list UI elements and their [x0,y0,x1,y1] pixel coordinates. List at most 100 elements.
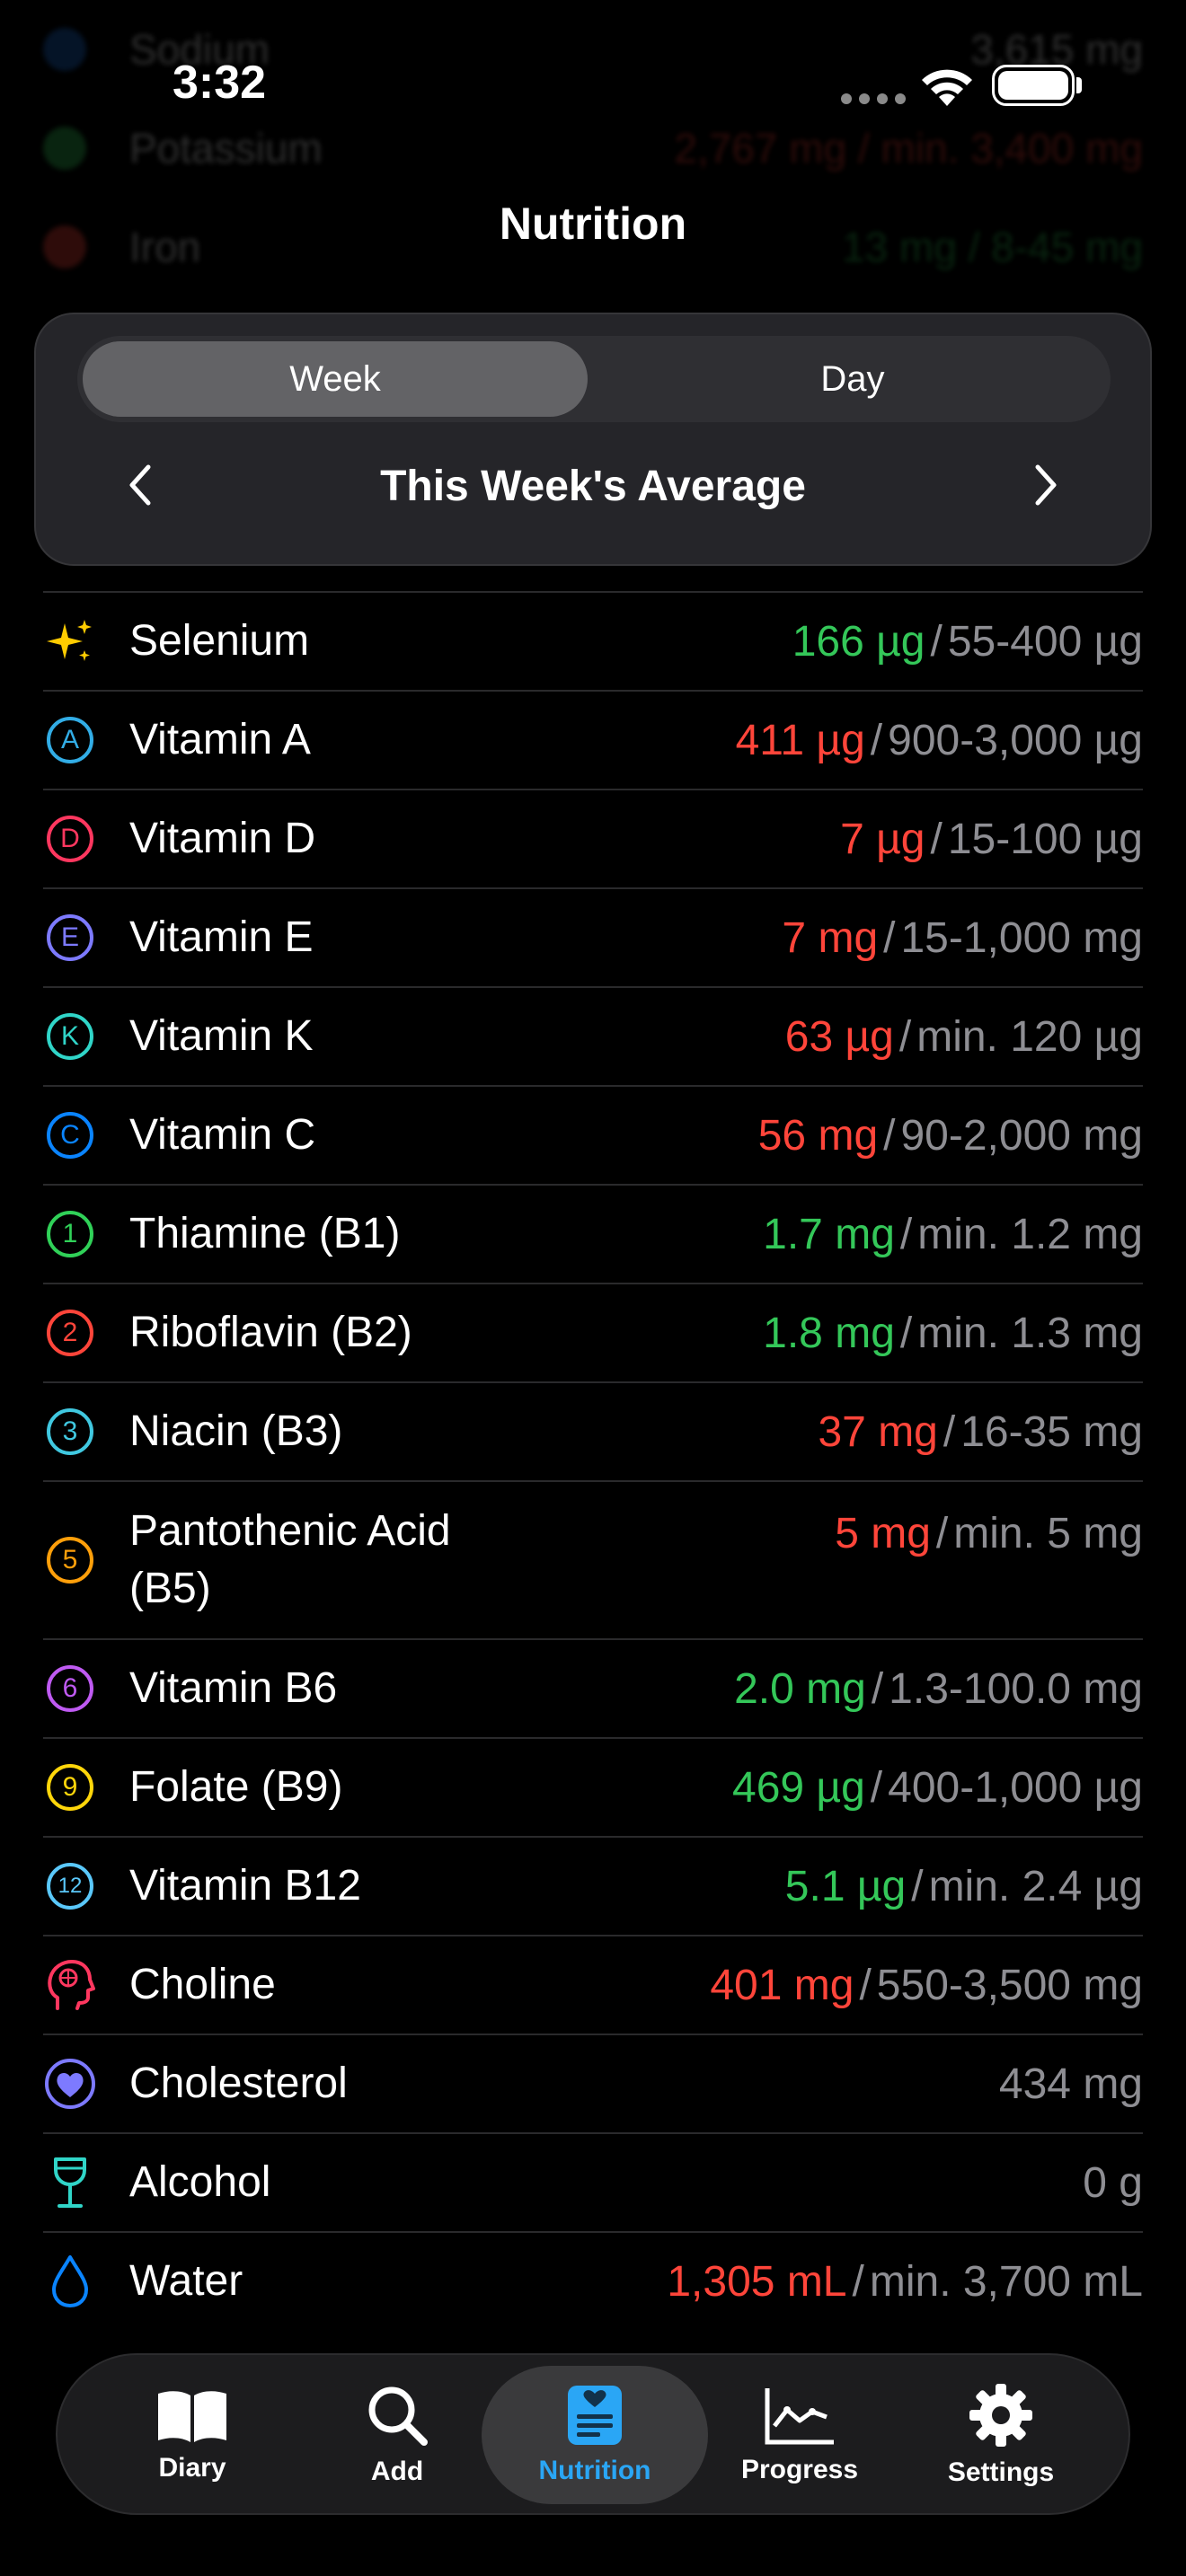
nutrient-name: Niacin (B3) [129,1407,343,1455]
vitamin-e-icon: E [43,911,97,965]
nutrient-range: min. 120 µg [916,1012,1143,1061]
tab-nutrition[interactable]: Nutrition [482,2366,708,2504]
nutrient-amount: 1.8 mg [763,1309,895,1357]
b3-icon: 3 [43,1405,97,1459]
brain-head-icon [43,1958,97,2012]
battery-icon [992,65,1075,106]
nutrient-range: 55-400 µg [947,617,1143,666]
nutrient-amount: 2.0 mg [734,1664,866,1713]
nutrient-name: Vitamin B12 [129,1862,361,1910]
nutrient-range: 1.3-100.0 mg [889,1664,1143,1713]
nutrient-amount: 401 mg [710,1961,854,2009]
nutrient-range: min. 1.3 mg [917,1309,1143,1357]
wine-glass-icon [43,2156,97,2210]
nutrient-name: Selenium [129,617,310,665]
nutrient-row-niacin[interactable]: 3 Niacin (B3) 37 mg/16-35 mg [43,1381,1143,1480]
nutrient-row-cholesterol[interactable]: Cholesterol 434 mg [43,2033,1143,2132]
nutrient-name: Riboflavin (B2) [129,1309,412,1356]
nutrient-amount: 0 g [1083,2158,1143,2207]
sparkles-icon [43,614,97,668]
nutrient-row-vitamin-k[interactable]: K Vitamin K 63 µg / min. 120 µg [43,986,1143,1085]
tab-settings[interactable]: Settings [888,2366,1114,2504]
nutrient-name: Vitamin K [129,1012,314,1060]
nutrient-range: 550-3,500 mg [876,1961,1143,2009]
nutrient-amount: 1,305 mL [667,2257,847,2306]
b5-icon: 5 [43,1533,97,1587]
nutrient-row-thiamine[interactable]: 1 Thiamine (B1) 1.7 mg / min. 1.2 mg [43,1184,1143,1283]
nutrient-range: 900-3,000 µg [888,716,1143,764]
vitamin-d-icon: D [43,812,97,866]
nutrient-range: 400-1,000 µg [888,1763,1143,1812]
tab-bar: Diary Add Nutrition Progress Settings [56,2353,1130,2515]
nutrient-row-riboflavin[interactable]: 2 Riboflavin (B2) 1.8 mg / min. 1.3 mg [43,1283,1143,1381]
heart-icon [43,2057,97,2111]
nutrient-name: Vitamin E [129,913,314,961]
chart-icon [765,2388,834,2445]
nutrient-amount: 5 mg [835,1510,931,1557]
nutrient-name: Cholesterol [129,2060,348,2107]
nutrient-row-choline[interactable]: Choline 401 mg/550-3,500 mg [43,1935,1143,2033]
nutrient-range: 15-100 µg [947,815,1143,863]
period-segmented-control: Week Day [77,336,1111,422]
nutrient-amount: 7 mg [782,913,879,962]
search-icon [368,2386,428,2446]
nutrient-name: Choline [129,1961,276,2008]
chevron-right-icon [1035,464,1057,506]
nutrient-row-water[interactable]: Water 1,305 mL / min. 3,700 mL [43,2231,1143,2330]
nutrient-row-vitamin-a[interactable]: A Vitamin A 411 µg/900-3,000 µg [43,690,1143,789]
tab-diary[interactable]: Diary [79,2366,305,2504]
nutrition-icon [568,2386,622,2445]
vitamin-a-icon: A [43,713,97,767]
vitamin-c-icon: C [43,1108,97,1162]
wifi-icon [922,69,972,106]
nutrient-row-selenium[interactable]: Selenium 166 µg/55-400 µg [43,591,1143,690]
nutrient-row-vitamin-b6[interactable]: 6 Vitamin B6 2.0 mg/1.3-100.0 mg [43,1638,1143,1737]
b2-icon: 2 [43,1306,97,1360]
period-navigator: This Week's Average [36,438,1150,535]
nutrient-name: Vitamin A [129,716,311,763]
nutrient-amount: 411 µg [735,716,865,764]
b12-icon: 12 [43,1859,97,1913]
b9-icon: 9 [43,1760,97,1814]
nutrient-row-vitamin-c[interactable]: C Vitamin C 56 mg/90-2,000 mg [43,1085,1143,1184]
nutrient-row-alcohol[interactable]: Alcohol 0 g [43,2132,1143,2231]
segment-day[interactable]: Day [600,341,1105,417]
nutrient-name: Folate (B9) [129,1763,343,1811]
nutrient-range: 90-2,000 mg [900,1111,1143,1160]
nutrient-name: Water [129,2257,243,2305]
nutrient-range: min. 1.2 mg [917,1210,1143,1258]
period-title: This Week's Average [380,463,806,510]
nutrient-amount: 434 mg [998,2060,1143,2108]
nutrient-name: Vitamin D [129,815,316,862]
nutrient-amount: 63 µg [784,1012,894,1061]
book-icon [158,2391,226,2442]
water-drop-icon [43,2254,97,2308]
b1-icon: 1 [43,1207,97,1261]
nutrient-row-vitamin-b12[interactable]: 12 Vitamin B12 5.1 µg / min. 2.4 µg [43,1836,1143,1935]
tab-add[interactable]: Add [284,2366,510,2504]
nutrient-amount: 5.1 µg [784,1862,907,1910]
page-title: Nutrition [499,198,687,249]
battery-cap [1076,77,1082,93]
nutrient-range: 15-1,000 mg [900,913,1143,962]
tab-progress[interactable]: Progress [686,2366,913,2504]
nutrient-row-vitamin-e[interactable]: E Vitamin E 7 mg/15-1,000 mg [43,887,1143,986]
nutrient-amount: 37 mg [818,1407,938,1456]
next-period-button[interactable] [1019,458,1073,512]
nutrient-row-pantothenic-acid[interactable]: 5 Pantothenic Acid (B5) 5 mg / min. 5 mg [43,1480,1143,1638]
vitamin-k-icon: K [43,1010,97,1063]
nutrient-amount: 7 µg [840,815,925,863]
period-filter-card: Week Day This Week's Average [34,313,1152,566]
nutrient-range: min. 5 mg [953,1510,1143,1557]
signal-icon [841,93,906,104]
nutrient-name: Thiamine (B1) [129,1210,401,1257]
nutrient-row-folate[interactable]: 9 Folate (B9) 469 µg/400-1,000 µg [43,1737,1143,1836]
nutrient-range: min. 3,700 mL [869,2257,1143,2306]
status-bar: 3:32 [0,0,1186,171]
segment-week[interactable]: Week [83,341,588,417]
nutrient-amount: 1.7 mg [763,1210,895,1258]
status-time: 3:32 [173,57,267,109]
nutrient-row-vitamin-d[interactable]: D Vitamin D 7 µg/15-100 µg [43,789,1143,887]
nutrient-amount: 166 µg [792,617,925,666]
nutrient-list: Selenium 166 µg/55-400 µg A Vitamin A 41… [43,591,1143,2330]
